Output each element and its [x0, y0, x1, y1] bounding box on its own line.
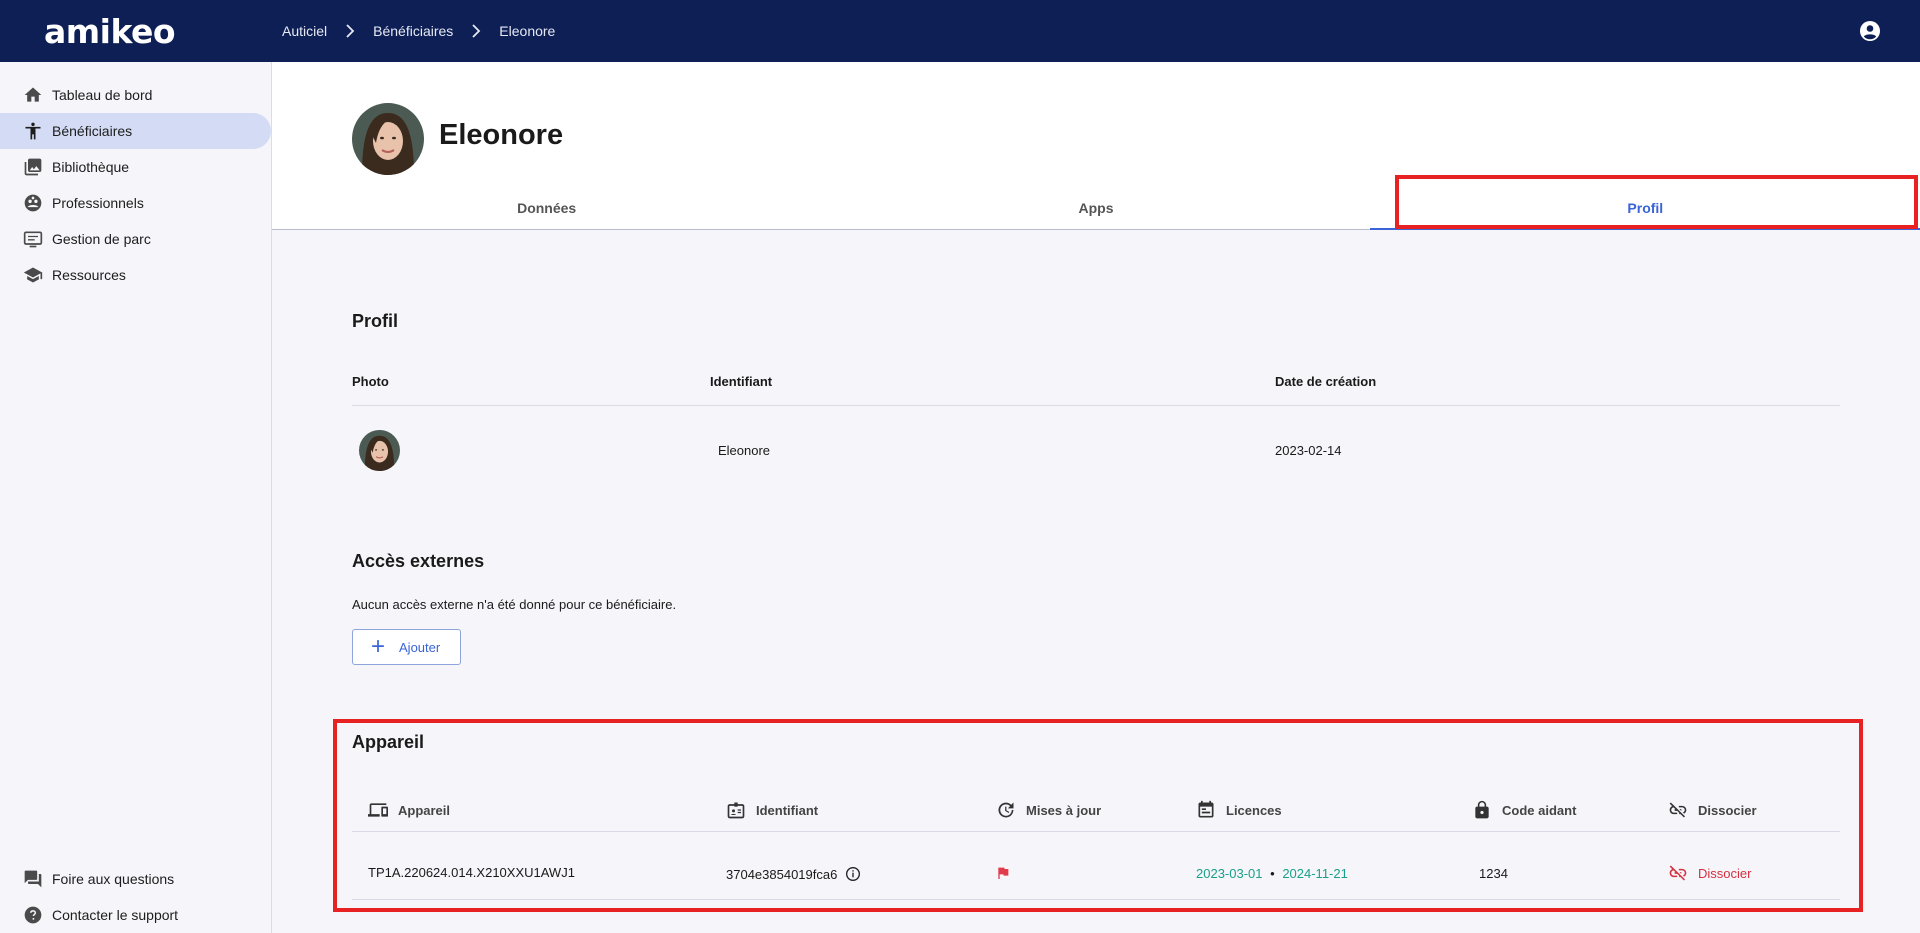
school-icon: [22, 264, 44, 286]
top-app-bar: amikeo Auticiel Bénéficiaires Eleonore: [0, 0, 1920, 62]
breadcrumb: Auticiel Bénéficiaires Eleonore: [282, 0, 555, 62]
active-tab-indicator: [1370, 228, 1920, 230]
column-header-date-creation: Date de création: [1275, 374, 1377, 389]
column-header-label: Appareil: [398, 802, 451, 818]
info-icon[interactable]: [845, 866, 861, 882]
sidebar-item-beneficiaires[interactable]: Bénéficiaires: [0, 113, 271, 149]
divider: [352, 899, 1840, 900]
column-header-identifiant: Identifiant: [710, 374, 773, 389]
device-identifier-value: 3704e3854019fca6: [726, 866, 838, 882]
sidebar-item-bibliotheque[interactable]: Bibliothèque: [0, 149, 271, 185]
column-header-label: Identifiant: [756, 802, 819, 818]
sidebar-item-label: Foire aux questions: [52, 871, 175, 887]
amikeo-logo[interactable]: amikeo: [44, 12, 176, 51]
home-icon: [22, 84, 44, 106]
flag-icon: [995, 865, 1011, 881]
library-icon: [22, 156, 44, 178]
tab-donnees[interactable]: Données: [272, 187, 821, 229]
licence-start-date: 2023-03-01: [1196, 866, 1263, 881]
column-header-photo: Photo: [352, 374, 389, 389]
sidebar-item-label: Bibliothèque: [52, 159, 130, 175]
sidebar-item-ressources[interactable]: Ressources: [0, 257, 271, 293]
tab-profil[interactable]: Profil: [1371, 187, 1920, 229]
profile-created-value: 2023-02-14: [1275, 443, 1342, 458]
breadcrumb-current: Eleonore: [499, 23, 556, 39]
devices-icon: [368, 803, 388, 817]
main-content: Eleonore Données Apps Profil Profil Phot…: [272, 62, 1920, 933]
licence-end-date: 2024-11-21: [1282, 866, 1348, 881]
sidebar: Tableau de bord Bénéficiaires Bibliothèq…: [0, 62, 272, 933]
plus-icon: +: [371, 633, 386, 660]
column-header-label: Mises à jour: [1026, 802, 1102, 818]
column-header-label: Code aidant: [1502, 802, 1577, 818]
beneficiary-header: Eleonore Données Apps Profil: [272, 62, 1920, 230]
sidebar-item-label: Gestion de parc: [52, 231, 151, 247]
code-aidant-value: 1234: [1479, 866, 1508, 881]
account-circle-icon[interactable]: [1858, 19, 1882, 43]
add-external-access-button[interactable]: + Ajouter: [352, 629, 461, 665]
section-title-appareil: Appareil: [352, 732, 425, 752]
sidebar-item-label: Bénéficiaires: [52, 123, 133, 139]
update-icon: [998, 802, 1014, 818]
help-icon: [22, 904, 44, 926]
profile-identifier-value: Eleonore: [718, 443, 771, 458]
breadcrumb-beneficiaires[interactable]: Bénéficiaires: [373, 23, 453, 39]
column-header-label: Licences: [1226, 802, 1282, 818]
sidebar-item-professionnels[interactable]: Professionnels: [0, 185, 271, 221]
lock-icon: [1475, 800, 1489, 819]
sidebar-item-faq[interactable]: Foire aux questions: [0, 861, 271, 897]
group-icon: [22, 192, 44, 214]
divider: [352, 405, 1840, 406]
device-name-value: TP1A.220624.014.X210XXU1AWJ1: [368, 865, 575, 880]
forum-icon: [22, 868, 44, 890]
section-title-profil: Profil: [352, 311, 399, 331]
beneficiary-avatar: [352, 103, 424, 175]
profile-photo: [359, 430, 400, 471]
add-button-label: Ajouter: [399, 639, 441, 655]
person-icon: [22, 120, 44, 142]
external-empty-text: Aucun accès externe n'a été donné pour c…: [352, 597, 677, 612]
tab-apps[interactable]: Apps: [821, 187, 1370, 229]
page-title: Eleonore: [439, 119, 564, 151]
column-header-licences: Licences: [1196, 796, 1282, 824]
sidebar-item-support[interactable]: Contacter le support: [0, 897, 271, 933]
section-title-acces-externes: Accès externes: [352, 551, 485, 571]
chevron-right-icon: [471, 24, 481, 38]
chevron-right-icon: [345, 24, 355, 38]
sidebar-item-label: Ressources: [52, 267, 126, 283]
dissociate-button[interactable]: Dissocier: [1668, 863, 1751, 883]
devices-icon: [22, 228, 44, 250]
sidebar-item-gestion-de-parc[interactable]: Gestion de parc: [0, 221, 271, 257]
licence-dates: 2023-03-01 • 2024-11-21: [1196, 866, 1348, 881]
breadcrumb-auticiel[interactable]: Auticiel: [282, 23, 327, 39]
column-header-dissocier: Dissocier: [1668, 796, 1757, 824]
divider: [352, 831, 1840, 832]
link-off-icon: [1669, 865, 1687, 881]
sidebar-item-tableau-de-bord[interactable]: Tableau de bord: [0, 77, 271, 113]
column-header-label: Dissocier: [1698, 802, 1757, 818]
sidebar-item-label: Professionnels: [52, 195, 144, 211]
calendar-icon: [1198, 800, 1214, 818]
link-off-icon: [1669, 802, 1687, 818]
tab-bar: Données Apps Profil: [272, 187, 1920, 230]
licence-separator: •: [1270, 866, 1275, 881]
dissociate-label: Dissocier: [1698, 865, 1752, 881]
sidebar-item-label: Contacter le support: [52, 907, 179, 923]
column-header-code-aidant: Code aidant: [1472, 796, 1576, 824]
device-identifier-cell: 3704e3854019fca6: [726, 866, 861, 882]
badge-icon: [727, 802, 745, 819]
column-header-identifiant-device: Identifiant: [726, 796, 818, 824]
sidebar-item-label: Tableau de bord: [52, 87, 153, 103]
column-header-appareil: Appareil: [368, 796, 450, 824]
column-header-mises-a-jour: Mises à jour: [996, 796, 1101, 824]
